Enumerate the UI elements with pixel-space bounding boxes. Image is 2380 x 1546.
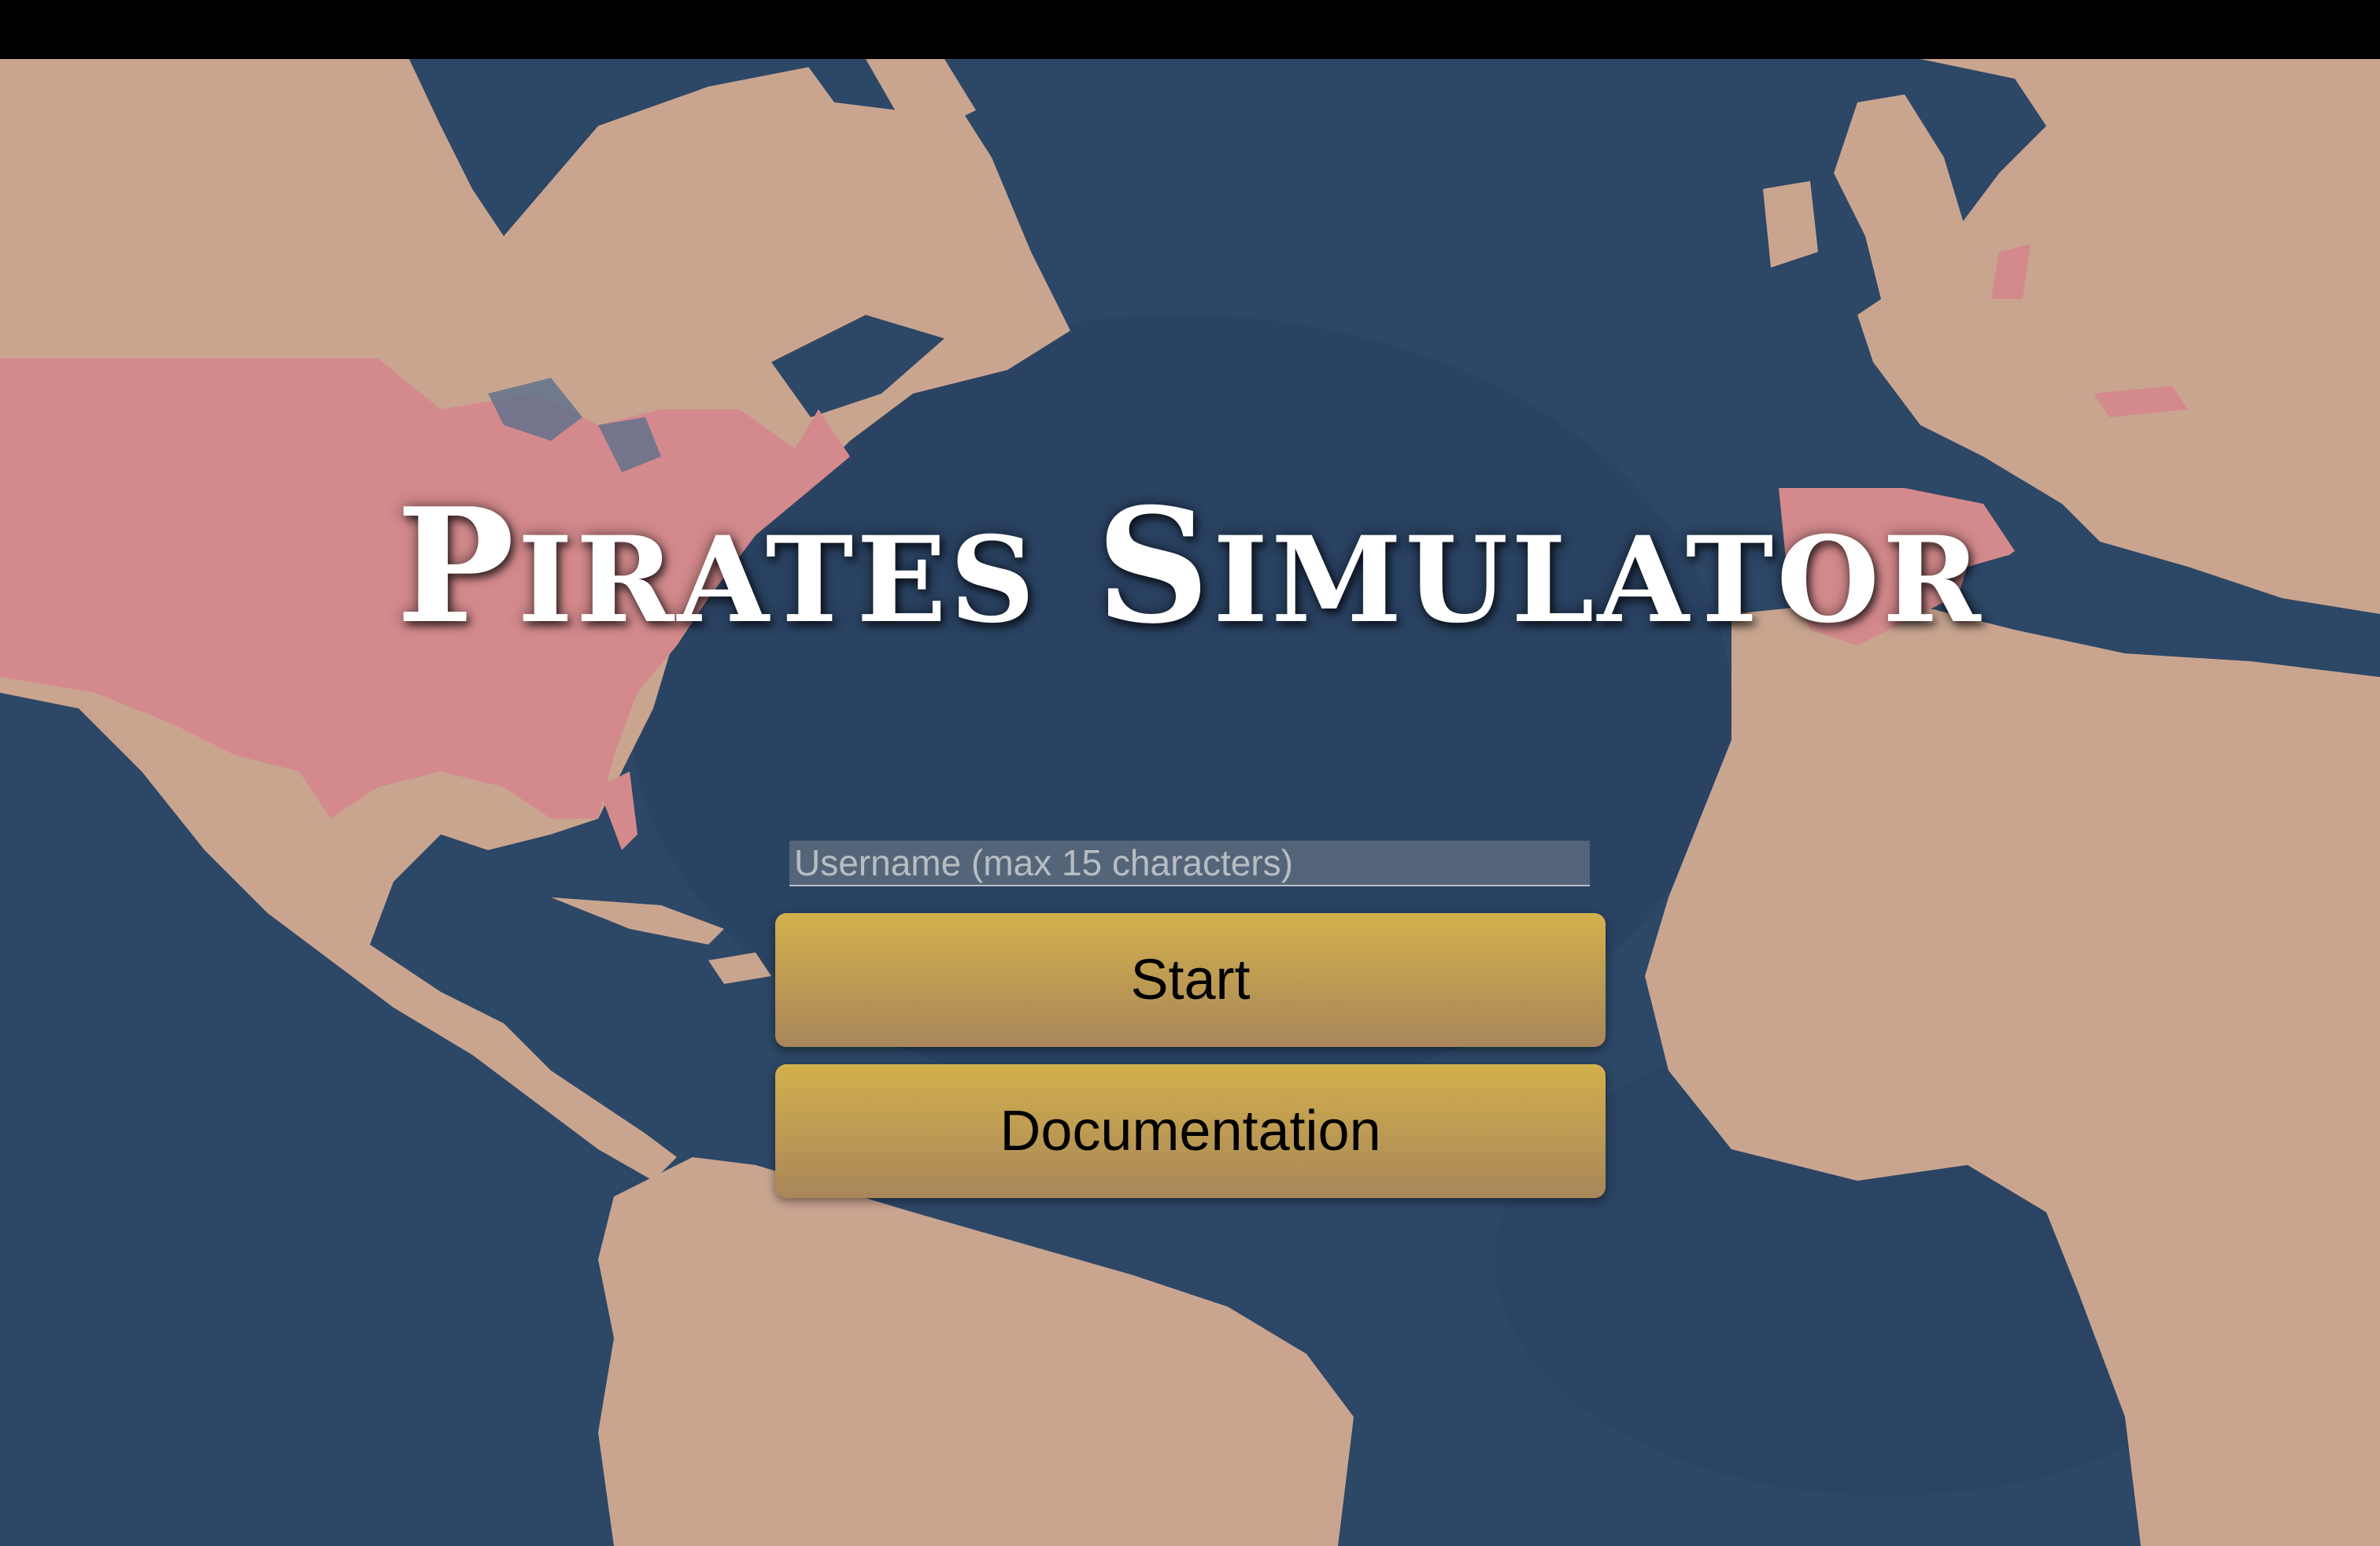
- title-initial-s: S: [1096, 474, 1214, 659]
- title-initial-p: P: [396, 474, 518, 659]
- title-rest-irates: IRATES: [517, 511, 1038, 649]
- start-button[interactable]: Start: [775, 913, 1606, 1047]
- username-input[interactable]: [789, 841, 1590, 886]
- world-map: [0, 59, 2380, 1546]
- documentation-button[interactable]: Documentation: [775, 1064, 1606, 1198]
- top-bar: [0, 0, 2380, 59]
- title-rest-imulator: IMULATOR: [1213, 511, 1984, 649]
- game-screen: PIRATES SIMULATOR Start Documentation: [0, 0, 2380, 1546]
- start-menu: Start Documentation: [775, 841, 1606, 1198]
- game-title: PIRATES SIMULATOR: [0, 488, 2380, 645]
